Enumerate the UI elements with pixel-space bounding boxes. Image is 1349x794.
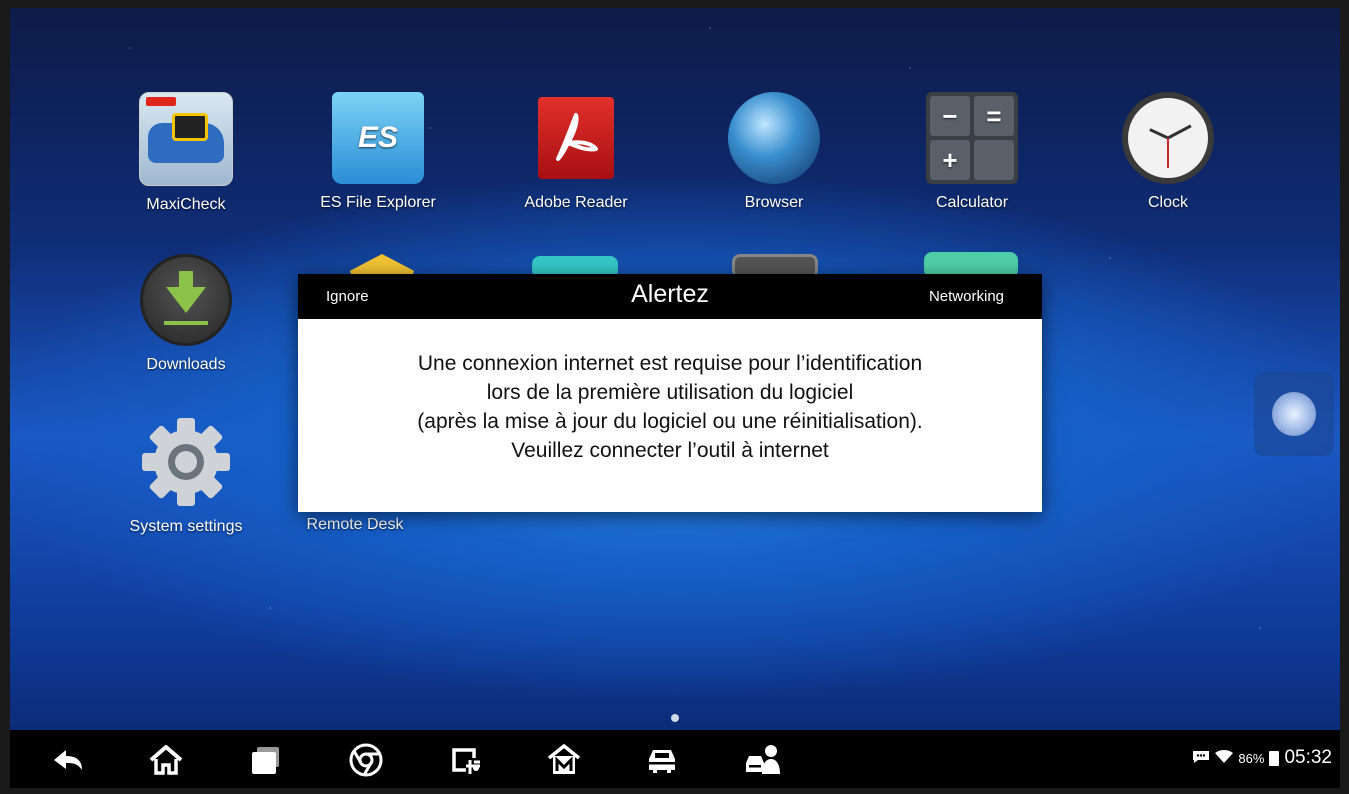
message-line: Veuillez connecter l’outil à internet <box>511 439 829 462</box>
recent-apps-icon[interactable] <box>246 740 286 780</box>
status-time: 05:32 <box>1284 747 1332 768</box>
app-label: MaxiCheck <box>146 196 226 213</box>
app-clock[interactable]: Clock <box>1088 92 1248 212</box>
app-adobe-reader[interactable]: Adobe Reader <box>496 92 656 212</box>
calc-key: − <box>930 96 970 136</box>
home-icon[interactable] <box>146 740 186 780</box>
chrome-icon[interactable] <box>346 740 386 780</box>
battery-percent: 86% <box>1238 750 1265 766</box>
app-label: Adobe Reader <box>524 194 628 211</box>
maxicheck-icon <box>139 92 233 186</box>
dialog-message: Une connexion internet est requise pour … <box>298 319 1042 465</box>
app-label: Clock <box>1147 194 1188 211</box>
remote-support-icon[interactable] <box>742 740 782 780</box>
maxi-home-icon[interactable] <box>544 740 584 780</box>
navigation-bar: 86% 05:32 <box>10 730 1340 788</box>
vehicle-icon[interactable] <box>642 740 682 780</box>
assistive-dot-icon <box>1272 392 1316 436</box>
download-icon <box>140 254 232 346</box>
app-maxicheck[interactable]: MaxiCheck <box>106 92 266 214</box>
message-line: Une connexion internet est requise pour … <box>417 352 923 375</box>
app-downloads[interactable]: Downloads <box>106 254 266 374</box>
es-badge: ES <box>357 121 399 154</box>
app-remote-desk[interactable]: Remote Desk <box>300 516 410 534</box>
app-calculator[interactable]: − = + Calculator <box>892 92 1052 212</box>
calculator-icon: − = + <box>926 92 1018 184</box>
app-label: Remote Desk <box>306 516 404 533</box>
message-icon <box>1192 750 1210 767</box>
wifi-icon <box>1215 749 1234 767</box>
battery-icon <box>1269 750 1280 766</box>
assistive-touch-button[interactable] <box>1254 372 1334 456</box>
message-line: lors de la première utilisation du logic… <box>486 381 854 404</box>
alert-dialog: Ignore Alertez Networking Une connexion … <box>298 274 1042 512</box>
page-indicator <box>671 714 679 722</box>
calc-key: = <box>974 96 1014 136</box>
app-label: Browser <box>744 194 804 211</box>
app-system-settings[interactable]: System settings <box>106 416 266 536</box>
dialog-title-bar: Ignore Alertez Networking <box>298 274 1042 319</box>
clock-icon <box>1122 92 1214 184</box>
app-label: Calculator <box>935 194 1009 211</box>
networking-button[interactable]: Networking <box>929 288 1004 305</box>
gear-icon <box>140 416 232 508</box>
adobe-reader-icon <box>538 97 614 179</box>
app-browser[interactable]: Browser <box>694 92 854 212</box>
es-file-explorer-icon: ES <box>332 92 424 184</box>
calc-key <box>974 140 1014 180</box>
app-es-file-explorer[interactable]: ES ES File Explorer <box>298 92 458 212</box>
calc-key: + <box>930 140 970 180</box>
globe-icon <box>728 92 820 184</box>
back-icon[interactable] <box>48 740 88 780</box>
home-screen: MaxiCheck ES ES File Explorer Adobe Read… <box>10 8 1340 788</box>
app-label: ES File Explorer <box>320 194 436 211</box>
app-label: Downloads <box>146 356 226 373</box>
message-line: (après la mise à jour du logiciel ou une… <box>417 410 923 433</box>
app-label: System settings <box>129 518 243 535</box>
status-area: 86% 05:32 <box>1192 747 1332 769</box>
screen-capture-icon[interactable] <box>446 740 486 780</box>
